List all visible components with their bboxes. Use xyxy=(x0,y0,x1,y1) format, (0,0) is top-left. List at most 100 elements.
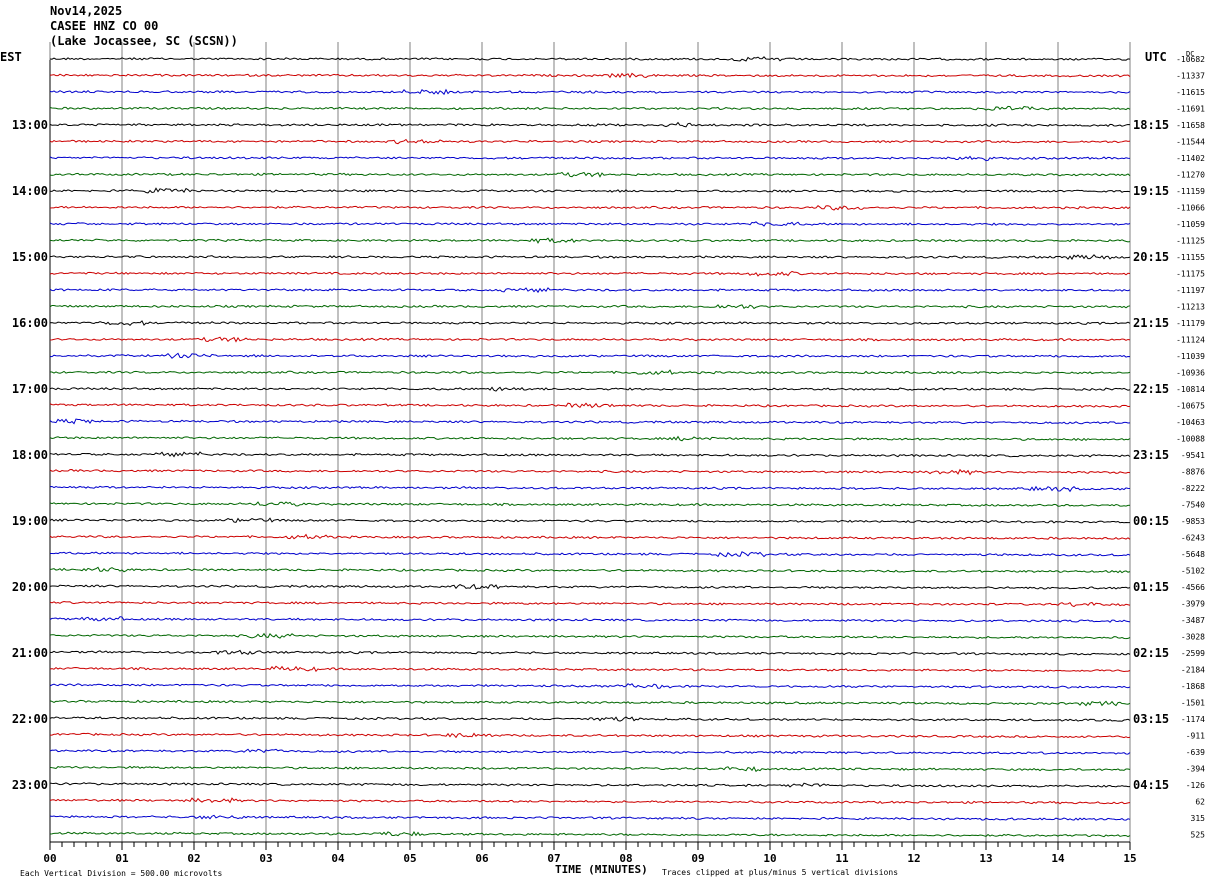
left-time-label: 22:00 xyxy=(12,712,48,726)
dc-offset-label: -3487 xyxy=(1181,616,1205,625)
scale-note: Each Vertical Division = 500.00 microvol… xyxy=(20,869,222,878)
trace-row-42 xyxy=(49,748,1131,755)
trace-row-35 xyxy=(49,632,1131,640)
trace-row-13 xyxy=(49,270,1131,277)
dc-offset-label: -11059 xyxy=(1176,220,1205,229)
trace-row-29 xyxy=(49,533,1131,540)
dc-offset-label: -11159 xyxy=(1176,187,1205,196)
left-time-label: 23:00 xyxy=(12,778,48,792)
dc-offset-label: -8876 xyxy=(1181,468,1205,477)
trace-row-36 xyxy=(49,649,1131,656)
dc-offset-label: -10088 xyxy=(1176,435,1205,444)
dc-offset-label: -10814 xyxy=(1176,385,1205,394)
trace-row-12 xyxy=(49,254,1131,260)
x-tick-label: 14 xyxy=(1051,852,1065,865)
dc-offset-label: -11155 xyxy=(1176,253,1205,262)
dc-offset-label: -11124 xyxy=(1176,336,1205,345)
trace-row-17 xyxy=(49,336,1131,343)
dc-offset-label: -10675 xyxy=(1176,402,1205,411)
dc-offset-label: 525 xyxy=(1191,831,1206,840)
dc-offset-label: 62 xyxy=(1195,798,1205,807)
dc-offset-label: -11039 xyxy=(1176,352,1205,361)
right-time-label: 01:15 xyxy=(1133,580,1169,594)
dc-offset-label: -126 xyxy=(1186,781,1205,790)
dc-offset-label: -7540 xyxy=(1181,501,1205,510)
x-tick-label: 06 xyxy=(475,852,489,865)
dc-offset-label: -11402 xyxy=(1176,154,1205,163)
dc-offset-label: -2184 xyxy=(1181,666,1205,675)
dc-offset-label: -4566 xyxy=(1181,583,1205,592)
right-time-label: 00:15 xyxy=(1133,514,1169,528)
dc-offset-label: -10936 xyxy=(1176,369,1205,378)
trace-row-19 xyxy=(49,369,1131,375)
trace-row-40 xyxy=(49,716,1131,722)
dc-offset-label: -2599 xyxy=(1181,649,1205,658)
dc-offset-label: -3979 xyxy=(1181,600,1205,609)
trace-row-16 xyxy=(49,320,1131,326)
trace-row-24 xyxy=(49,451,1131,458)
dc-offset-label: -911 xyxy=(1186,732,1205,741)
dc-offset-label: -5102 xyxy=(1181,567,1205,576)
trace-row-46 xyxy=(49,814,1131,821)
dc-offset-label: -11691 xyxy=(1176,105,1205,114)
x-tick-label: 04 xyxy=(331,852,345,865)
left-timezone-label: EST xyxy=(0,50,22,64)
x-tick-label: 05 xyxy=(403,852,416,865)
trace-row-43 xyxy=(49,765,1131,773)
x-tick-label: 03 xyxy=(259,852,272,865)
right-time-label: 18:15 xyxy=(1133,118,1169,132)
trace-row-25 xyxy=(49,468,1131,476)
dc-offset-label: -11125 xyxy=(1176,237,1205,246)
dc-offset-label: -394 xyxy=(1186,765,1205,774)
left-time-label: 14:00 xyxy=(12,184,48,198)
x-tick-label: 01 xyxy=(115,852,129,865)
x-tick-label: 11 xyxy=(835,852,849,865)
label-group: 00 01 02 03 04 05 06 07 08 09 10 11 12 13 14 1513:0014:… xyxy=(12,55,1205,865)
dc-offset-label: 315 xyxy=(1191,814,1206,823)
trace-row-33 xyxy=(49,600,1131,608)
dc-offset-label: -1868 xyxy=(1181,682,1205,691)
seismogram-plot: 00 01 02 03 04 05 06 07 08 09 10 11 12 13 14 1513:0014:… xyxy=(0,42,1205,878)
trace-row-6 xyxy=(49,155,1131,162)
trace-row-0 xyxy=(49,56,1131,62)
trace-row-15 xyxy=(49,304,1131,310)
trace-row-1 xyxy=(49,72,1131,79)
dc-offset-label: -11066 xyxy=(1176,204,1205,213)
dc-offset-label: -9853 xyxy=(1181,517,1205,526)
trace-row-4 xyxy=(49,121,1131,128)
right-time-label: 22:15 xyxy=(1133,382,1169,396)
left-time-label: 17:00 xyxy=(12,382,48,396)
trace-row-44 xyxy=(49,782,1131,788)
dc-offset-label: -11270 xyxy=(1176,171,1205,180)
dc-label: DC xyxy=(1186,50,1194,58)
trace-row-39 xyxy=(49,699,1131,707)
trace-group xyxy=(49,56,1131,838)
dc-offset-label: -639 xyxy=(1186,748,1205,757)
plot-grid xyxy=(49,42,1131,850)
right-time-label: 03:15 xyxy=(1133,712,1169,726)
trace-row-22 xyxy=(49,418,1131,425)
x-tick-label: 15 xyxy=(1123,852,1136,865)
dc-offset-label: -11179 xyxy=(1176,319,1205,328)
left-time-label: 13:00 xyxy=(12,118,48,132)
trace-row-8 xyxy=(49,187,1131,194)
dc-offset-label: -3028 xyxy=(1181,633,1205,642)
dc-offset-label: -11175 xyxy=(1176,270,1205,279)
x-tick-label: 10 xyxy=(763,852,776,865)
dc-offset-label: -11213 xyxy=(1176,303,1205,312)
right-time-label: 21:15 xyxy=(1133,316,1169,330)
right-time-label: 20:15 xyxy=(1133,250,1169,264)
trace-row-21 xyxy=(49,402,1131,409)
right-timezone-label: UTC xyxy=(1145,50,1167,64)
left-time-label: 19:00 xyxy=(12,514,48,528)
x-tick-label: 13 xyxy=(979,852,992,865)
dc-offset-label: -11658 xyxy=(1176,121,1205,130)
trace-row-11 xyxy=(49,237,1131,244)
trace-row-38 xyxy=(49,683,1131,689)
left-time-label: 21:00 xyxy=(12,646,48,660)
trace-row-23 xyxy=(49,435,1131,442)
clip-note: Traces clipped at plus/minus 5 vertical … xyxy=(662,868,898,877)
trace-row-9 xyxy=(49,205,1131,211)
dc-offset-label: -11615 xyxy=(1176,88,1205,97)
trace-row-37 xyxy=(49,665,1131,673)
